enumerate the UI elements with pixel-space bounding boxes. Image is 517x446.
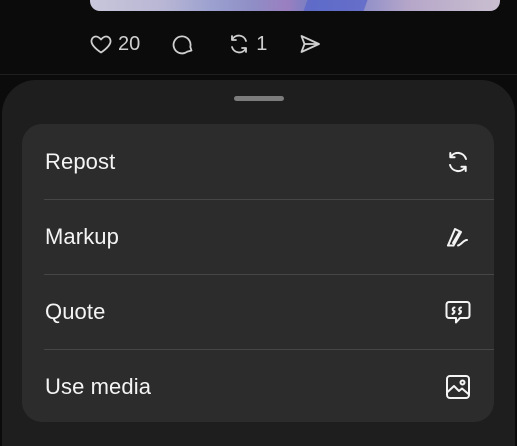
post-image-shape [299,0,371,11]
menu-item-use-media[interactable]: Use media [22,349,494,422]
post-image[interactable] [90,0,500,11]
comment-button[interactable] [170,31,196,57]
repost-options-menu: Repost Markup Quote Use media [22,124,494,422]
post-divider [0,74,517,75]
quote-bubble-icon [444,298,472,326]
like-button[interactable]: 20 [88,31,140,57]
share-button[interactable] [297,31,323,57]
post-actions: 20 1 [88,28,353,60]
screen: 20 1 Repost Markup Quote Use media [0,0,517,446]
image-icon [444,373,472,401]
heart-icon [88,31,114,57]
menu-item-label: Use media [45,373,152,399]
sheet-drag-handle[interactable] [234,96,284,101]
menu-item-repost[interactable]: Repost [22,124,494,199]
like-count: 20 [118,32,141,55]
comment-icon [170,31,196,57]
menu-item-label: Quote [45,298,106,324]
markup-pen-icon [444,223,472,251]
repost-icon [226,31,252,57]
send-icon [297,31,323,57]
menu-item-label: Repost [45,148,116,174]
repost-button[interactable]: 1 [226,31,267,57]
repost-count: 1 [256,32,268,55]
menu-item-markup[interactable]: Markup [22,199,494,274]
repost-options-sheet: Repost Markup Quote Use media [2,80,515,446]
menu-item-label: Markup [45,223,119,249]
repost-icon [444,148,472,176]
menu-item-quote[interactable]: Quote [22,274,494,349]
